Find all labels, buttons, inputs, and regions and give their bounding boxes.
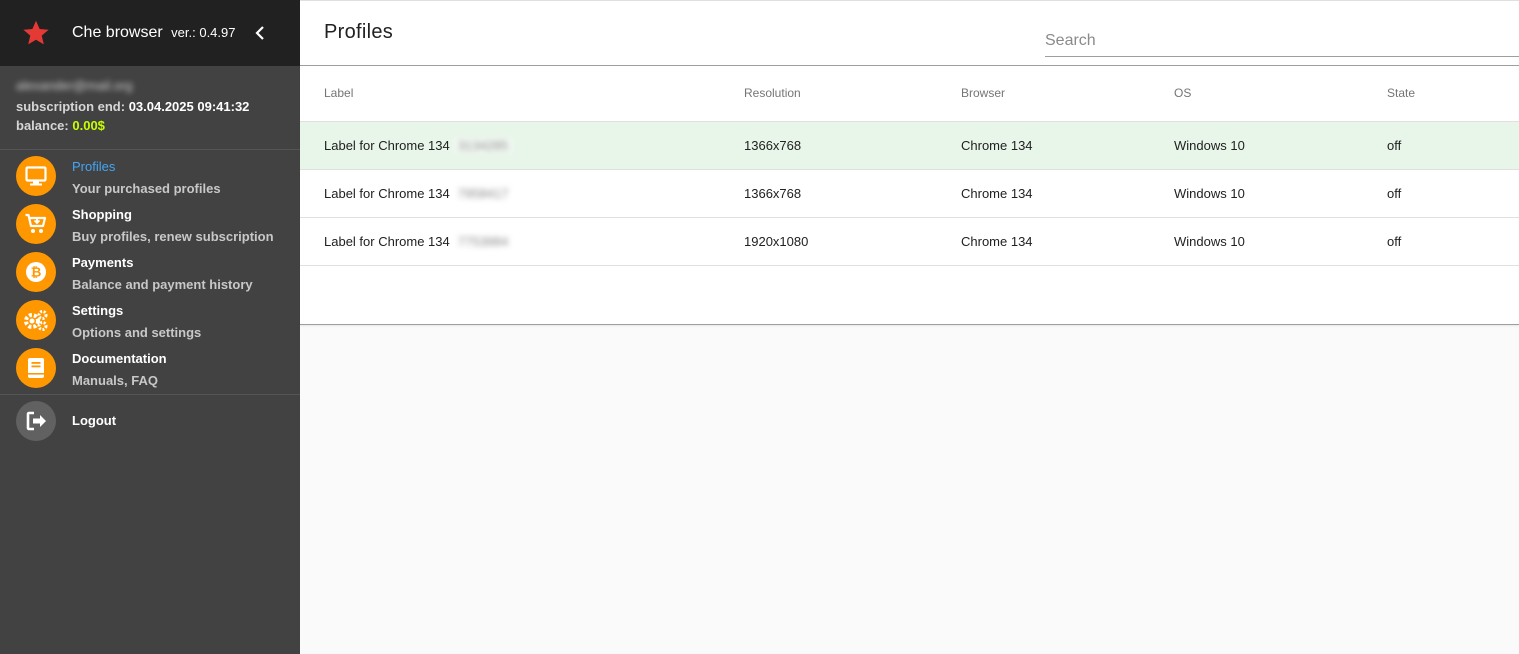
balance-value: 0.00$ [72,118,105,133]
cell-state: off [1387,169,1519,218]
table-row[interactable]: Label for Chrome 134 7753984 1920x1080 Ch… [300,217,1519,266]
profile-id: 7958417 [453,185,513,201]
balance-line: balance: 0.00$ [16,116,284,135]
logout-label: Logout [72,413,117,428]
sidebar-item-subtitle: Buy profiles, renew subscription [72,229,274,244]
sidebar-menu: Profiles Your purchased profiles Shoppin… [0,150,300,395]
logout-button[interactable]: Logout [0,397,300,445]
app-name: Che browser [72,24,163,41]
gears-icon [16,300,56,340]
app-version: ver.: 0.4.97 [171,25,236,40]
cell-state: off [1387,217,1519,266]
sidebar-item-documentation[interactable]: Documentation Manuals, FAQ [0,348,300,396]
profile-label: Label for Chrome 134 [324,185,450,201]
chevron-left-icon [255,26,264,40]
cart-icon [16,204,56,244]
cell-browser: Chrome 134 [961,169,1174,218]
subscription-value: 03.04.2025 09:41:32 [128,99,250,114]
profile-label: Label for Chrome 134 [324,137,450,153]
profile-id: 3134285 [453,137,513,153]
cell-browser: Chrome 134 [961,217,1174,266]
top-bar: Profiles [300,0,1519,66]
sidebar-item-label: Settings [72,303,124,318]
cell-label: Label for Chrome 134 7753984 [300,217,744,266]
table-row[interactable]: Label for Chrome 134 3134285 1366x768 Chr… [300,121,1519,170]
monitor-icon [16,156,56,196]
sidebar-item-subtitle: Manuals, FAQ [72,373,158,388]
account-info: alexander@mail.org subscription end: 03.… [0,66,300,150]
svg-text:₿: ₿ [31,266,42,281]
cell-resolution: 1920x1080 [744,217,961,266]
bitcoin-icon: ₿ [16,252,56,292]
logout-icon [16,401,56,441]
account-email: alexander@mail.org [16,78,133,93]
table-header-row: Label Resolution Browser OS State [300,66,1519,122]
column-header-os[interactable]: OS [1174,66,1387,122]
profile-label: Label for Chrome 134 [324,233,450,249]
cell-label: Label for Chrome 134 7958417 [300,169,744,218]
profile-id: 7753984 [453,233,513,249]
collapse-sidebar-button[interactable] [250,22,270,44]
sidebar-item-label: Payments [72,255,134,270]
star-logo-icon [23,20,49,45]
sidebar: Che browser ver.: 0.4.97 alexander@mail.… [0,0,300,654]
profiles-table-card: Label Resolution Browser OS State Label … [300,66,1519,325]
column-header-browser[interactable]: Browser [961,66,1174,122]
sidebar-item-label: Profiles [72,159,116,174]
book-icon [16,348,56,388]
page-title: Profiles [324,21,394,43]
table-row[interactable]: Label for Chrome 134 7958417 1366x768 Chr… [300,169,1519,218]
sidebar-item-label: Shopping [72,207,132,222]
cell-os: Windows 10 [1174,169,1387,218]
app-header: Che browser ver.: 0.4.97 [0,0,300,66]
sidebar-item-subtitle: Your purchased profiles [72,181,221,196]
cell-state: off [1387,121,1519,170]
subscription-line: subscription end: 03.04.2025 09:41:32 [16,97,284,116]
column-header-label[interactable]: Label [300,66,744,122]
sidebar-item-label: Documentation [72,351,167,366]
main-content: Profiles Label Resolution Browser OS Sta… [300,0,1519,654]
profiles-table: Label Resolution Browser OS State Label … [300,66,1519,266]
sidebar-item-subtitle: Balance and payment history [72,277,253,292]
column-header-state[interactable]: State [1387,66,1519,122]
sidebar-item-shopping[interactable]: Shopping Buy profiles, renew subscriptio… [0,204,300,252]
subscription-label: subscription end: [16,99,126,114]
sidebar-item-subtitle: Options and settings [72,325,202,340]
sidebar-item-payments[interactable]: ₿ Payments Balance and payment history [0,252,300,300]
column-header-resolution[interactable]: Resolution [744,66,961,122]
cell-resolution: 1366x768 [744,121,961,170]
sidebar-item-settings[interactable]: Settings Options and settings [0,300,300,348]
cell-label: Label for Chrome 134 3134285 [300,121,744,170]
cell-browser: Chrome 134 [961,121,1174,170]
balance-label: balance: [16,118,69,133]
cell-os: Windows 10 [1174,121,1387,170]
app-title: Che browser ver.: 0.4.97 [72,24,235,42]
sidebar-item-profiles[interactable]: Profiles Your purchased profiles [0,156,300,204]
cell-os: Windows 10 [1174,217,1387,266]
cell-resolution: 1366x768 [744,169,961,218]
search-input[interactable] [1045,25,1519,57]
